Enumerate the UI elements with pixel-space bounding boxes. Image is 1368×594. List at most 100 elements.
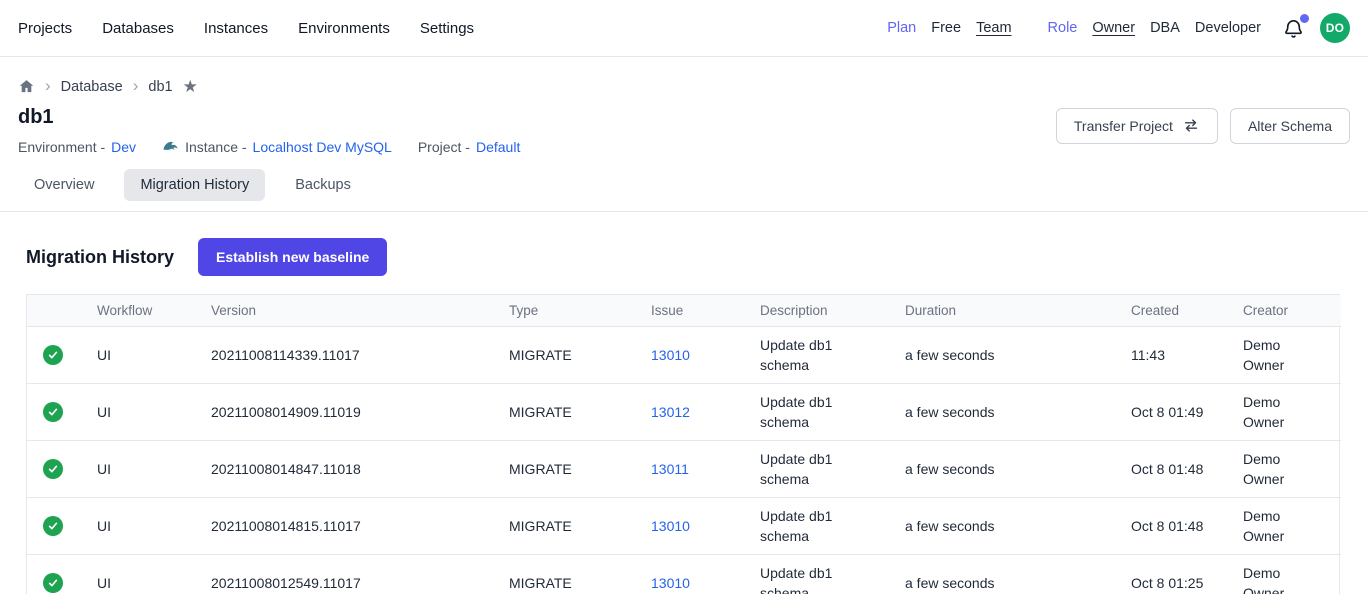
migration-history-section: Migration History Establish new baseline… [0,238,1368,594]
cell-version: 20211008114339.11017 [211,327,509,384]
status-done-icon [43,402,63,422]
swap-arrows-icon [1182,118,1200,133]
plan-option-team[interactable]: Team [976,20,1011,36]
user-avatar[interactable]: DO [1320,13,1350,43]
col-version: Version [211,295,509,327]
status-done-icon [43,345,63,365]
role-label: Role [1048,20,1078,36]
cell-type: MIGRATE [509,498,651,555]
cell-type: MIGRATE [509,555,651,594]
database-meta-row: Environment - Dev Instance - Localhost D… [18,138,520,155]
status-done-icon [43,573,63,593]
issue-link[interactable]: 13010 [651,347,690,363]
cell-duration: a few seconds [905,498,1131,555]
role-option-owner[interactable]: Owner [1092,20,1135,36]
transfer-project-label: Transfer Project [1074,118,1173,134]
cell-created: Oct 8 01:48 [1131,441,1243,498]
col-duration: Duration [905,295,1131,327]
cell-description: Update db1 schema [760,441,905,498]
page-title: db1 [18,106,520,129]
table-header-row: Workflow Version Type Issue Description … [27,295,1341,327]
cell-workflow: UI [97,498,211,555]
favorite-star-icon[interactable]: ★ [183,78,198,95]
database-tabs: Overview Migration History Backups [0,155,1368,212]
establish-new-baseline-button[interactable]: Establish new baseline [198,238,387,276]
chevron-right-icon: › [45,77,51,96]
cell-description: Update db1 schema [760,384,905,441]
cell-version: 20211008014847.11018 [211,441,509,498]
tab-overview[interactable]: Overview [18,169,110,201]
cell-version: 20211008014815.11017 [211,498,509,555]
table-row[interactable]: UI 20211008014815.11017 MIGRATE 13010 Up… [27,498,1341,555]
cell-description: Update db1 schema [760,498,905,555]
breadcrumb-item-database[interactable]: Database [61,79,123,95]
cell-type: MIGRATE [509,441,651,498]
cell-workflow: UI [97,441,211,498]
status-done-icon [43,459,63,479]
project-label: Project - [418,139,470,155]
notification-dot [1300,14,1309,23]
cell-workflow: UI [97,555,211,594]
page-header-actions: Transfer Project Alter Schema [1056,108,1350,144]
nav-item-databases[interactable]: Databases [102,20,174,37]
cell-creator: Demo Owner [1243,555,1341,594]
issue-link[interactable]: 13010 [651,518,690,534]
role-option-developer[interactable]: Developer [1195,20,1261,36]
cell-description: Update db1 schema [760,555,905,594]
col-status [27,295,97,327]
mysql-dolphin-icon [162,138,179,155]
table-row[interactable]: UI 20211008012549.11017 MIGRATE 13010 Up… [27,555,1341,594]
migration-history-table: Workflow Version Type Issue Description … [26,294,1340,594]
cell-duration: a few seconds [905,441,1131,498]
plan-label: Plan [887,20,916,36]
col-workflow: Workflow [97,295,211,327]
home-icon[interactable] [18,78,35,95]
page-header-left: db1 Environment - Dev Instance - Localho… [18,96,520,155]
tab-backups[interactable]: Backups [279,169,367,201]
environment-link[interactable]: Dev [111,139,136,155]
section-title: Migration History [26,247,174,268]
col-issue: Issue [651,295,760,327]
project-link[interactable]: Default [476,139,520,155]
cell-creator: Demo Owner [1243,441,1341,498]
main-nav: Projects Databases Instances Environment… [18,20,474,37]
cell-creator: Demo Owner [1243,498,1341,555]
table-row[interactable]: UI 20211008114339.11017 MIGRATE 13010 Up… [27,327,1341,384]
cell-duration: a few seconds [905,555,1131,594]
issue-link[interactable]: 13010 [651,575,690,591]
alter-schema-label: Alter Schema [1248,118,1332,134]
topbar-right: Plan Free Team Role Owner DBA Developer … [887,13,1350,43]
cell-duration: a few seconds [905,327,1131,384]
section-header: Migration History Establish new baseline [26,238,1342,276]
cell-version: 20211008014909.11019 [211,384,509,441]
cell-type: MIGRATE [509,327,651,384]
col-creator: Creator [1243,295,1341,327]
cell-version: 20211008012549.11017 [211,555,509,594]
table-row[interactable]: UI 20211008014909.11019 MIGRATE 13012 Up… [27,384,1341,441]
cell-description: Update db1 schema [760,327,905,384]
cell-created: Oct 8 01:25 [1131,555,1243,594]
col-description: Description [760,295,905,327]
notification-bell-icon[interactable] [1282,17,1305,40]
cell-creator: Demo Owner [1243,327,1341,384]
instance-label: Instance - [185,139,246,155]
nav-item-instances[interactable]: Instances [204,20,268,37]
cell-workflow: UI [97,327,211,384]
nav-item-environments[interactable]: Environments [298,20,390,37]
cell-creator: Demo Owner [1243,384,1341,441]
issue-link[interactable]: 13011 [651,461,689,477]
plan-option-free[interactable]: Free [931,20,961,36]
environment-label: Environment - [18,139,105,155]
cell-created: 11:43 [1131,327,1243,384]
role-option-dba[interactable]: DBA [1150,20,1180,36]
instance-link[interactable]: Localhost Dev MySQL [253,139,392,155]
transfer-project-button[interactable]: Transfer Project [1056,108,1218,144]
issue-link[interactable]: 13012 [651,404,690,420]
cell-created: Oct 8 01:48 [1131,498,1243,555]
nav-item-settings[interactable]: Settings [420,20,474,37]
table-row[interactable]: UI 20211008014847.11018 MIGRATE 13011 Up… [27,441,1341,498]
nav-item-projects[interactable]: Projects [18,20,72,37]
page-header: db1 Environment - Dev Instance - Localho… [0,96,1368,155]
alter-schema-button[interactable]: Alter Schema [1230,108,1350,144]
tab-migration-history[interactable]: Migration History [124,169,265,201]
